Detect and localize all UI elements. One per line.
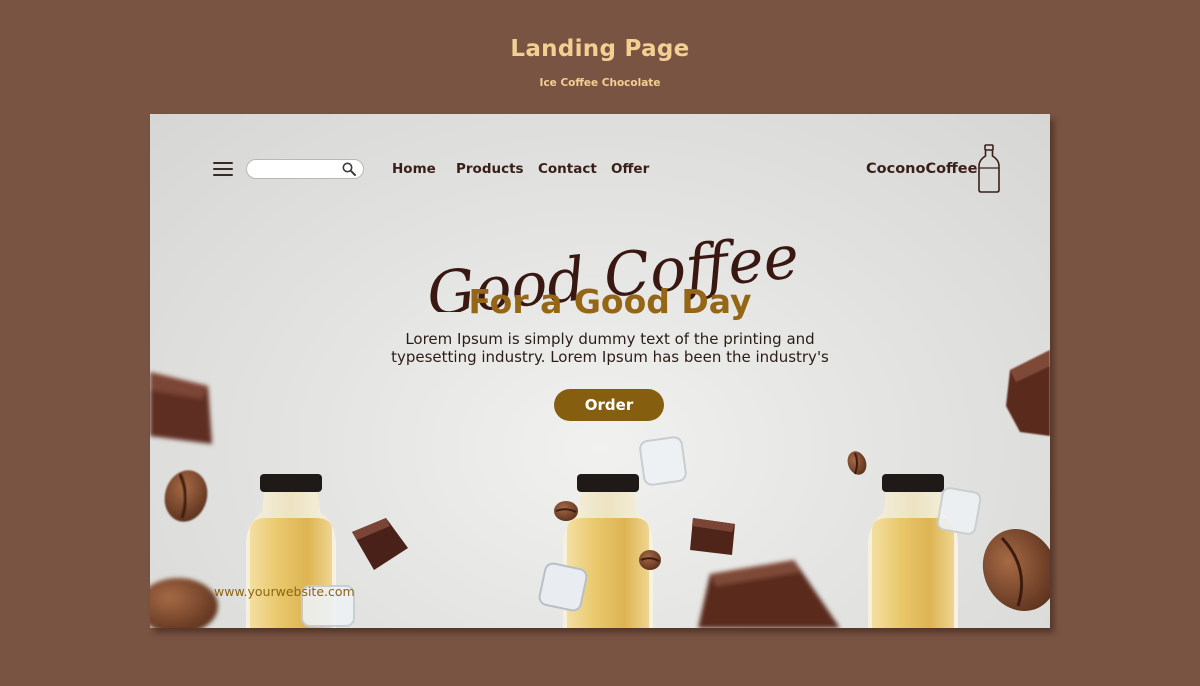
- order-button[interactable]: Order: [554, 389, 664, 421]
- brand-logo-text[interactable]: CoconoCoffee: [866, 161, 977, 177]
- hero-description-line-1: Lorem Ipsum is simply dummy text of the …: [405, 330, 815, 348]
- nav-offer[interactable]: Offer: [611, 161, 649, 177]
- hero-description: Lorem Ipsum is simply dummy text of the …: [390, 330, 830, 366]
- product-scene-illustration: [150, 350, 1050, 628]
- website-link[interactable]: www.yourwebsite.com: [214, 584, 355, 599]
- presentation-title: Landing Page: [510, 36, 690, 62]
- search-bar: [246, 159, 364, 179]
- search-input[interactable]: [255, 162, 341, 176]
- bottle-icon: [978, 144, 1000, 193]
- hero-description-line-2: typesetting industry. Lorem Ipsum has be…: [391, 348, 829, 366]
- headline-title: For a Good Day: [468, 282, 752, 321]
- nav-home[interactable]: Home: [392, 161, 436, 177]
- nav-contact[interactable]: Contact: [538, 161, 597, 177]
- menu-icon[interactable]: [213, 161, 233, 177]
- presentation-subtitle: Ice Coffee Chocolate: [539, 77, 661, 89]
- nav-products[interactable]: Products: [456, 161, 524, 177]
- search-icon[interactable]: [342, 162, 356, 176]
- landing-page-mockup: Home Products Contact Offer CoconoCoffee…: [150, 114, 1050, 628]
